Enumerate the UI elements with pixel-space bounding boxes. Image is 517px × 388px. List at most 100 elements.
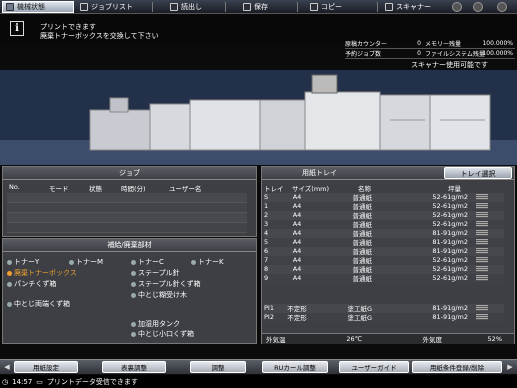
supply-glue-tank: 加湿用タンク [131, 319, 180, 329]
status-bar: ◷ 14:57 ▭ プリントデータ受信できます [0, 375, 517, 388]
tank-icon [131, 321, 136, 327]
toner-icon [7, 259, 12, 265]
scanner-status: スキャナー使用可能です [411, 61, 488, 69]
globe-icon[interactable] [452, 2, 462, 12]
toner-icon [131, 259, 136, 265]
paper-level-icon [476, 257, 488, 264]
tray-cell-tray: 1 [264, 202, 269, 211]
job-row[interactable] [7, 203, 247, 213]
supply-toner-k: トナーK [191, 257, 224, 267]
paper-level-icon [476, 239, 488, 246]
tab-divider [152, 2, 153, 12]
staple-icon [131, 270, 136, 276]
paper-level-icon [476, 266, 488, 273]
tray-cell-weight: 52-61g/m2 [432, 265, 468, 274]
paper-level-icon [476, 314, 488, 321]
counter-row: 予約ジョブ数 0 ファイルシステム残量 100.000% [345, 50, 515, 59]
supply-saddle-receiver: 中とじ糊受け木 [131, 290, 187, 300]
saddle-icon [131, 331, 136, 337]
toner-icon [69, 259, 74, 265]
supplies-panel: 補給/廃棄部材 トナーY トナーM トナーC トナーK 廃棄トナーボックス ステ… [2, 238, 257, 344]
tray-cell-size: A4 [292, 202, 302, 211]
tray-select-button[interactable]: トレイ選択 [444, 167, 512, 179]
copy-icon [310, 3, 318, 11]
message-line-2: 廃棄トナーボックスを交換して下さい [40, 32, 159, 40]
next-arrow-icon[interactable]: ▶ [505, 361, 515, 373]
help-icon[interactable] [497, 2, 507, 12]
recall-icon [170, 3, 178, 11]
supply-staple: ステープル針 [131, 268, 180, 278]
tray-row[interactable]: PI2 不定形 塗工紙G 81-91g/m2 [264, 313, 504, 322]
tray-cell-name: 塗工紙G [347, 314, 372, 323]
environment-bar: 外気温 26℃ 外気度 52% [262, 333, 514, 344]
supply-waste-toner: 廃棄トナーボックス [7, 268, 77, 278]
tray-cell-size: A4 [292, 193, 302, 202]
job-row[interactable] [7, 223, 247, 233]
paper-level-icon [476, 203, 488, 210]
paper-level-icon [476, 275, 488, 282]
tray-cell-tray: 3 [264, 220, 269, 229]
tray-cell-size: A4 [292, 274, 302, 283]
ru-curl-adjust-button[interactable]: RUカール調整 [262, 361, 328, 373]
tray-cell-weight: 52-61g/m2 [432, 220, 468, 229]
tray-cell-name: 普通紙 [352, 275, 373, 284]
punch-icon [7, 281, 12, 287]
tray-cell-weight: 52-61g/m2 [432, 274, 468, 283]
tab-job-list[interactable]: ジョブリスト [80, 1, 133, 13]
staple-icon [131, 281, 136, 287]
prev-arrow-icon[interactable]: ◀ [2, 361, 12, 373]
supply-punch-box: パンチくず箱 [7, 279, 56, 289]
tray-cell-tray: S [264, 193, 269, 202]
supply-saddle-trim: 中とじ両端くず箱 [7, 299, 70, 309]
tray-cell-tray: 9 [264, 274, 269, 283]
tray-cell-weight: 52-61g/m2 [432, 193, 468, 202]
tray-cell-size: 不定形 [287, 314, 307, 323]
tab-scanner[interactable]: スキャナー [385, 1, 431, 13]
adjust-button[interactable]: 調整 [190, 361, 246, 373]
user-guide-button[interactable]: ユーザーガイド [339, 361, 409, 373]
settings-icon[interactable] [473, 2, 483, 12]
job-row[interactable] [7, 213, 247, 223]
supplies-title: 補給/廃棄部材 [3, 239, 256, 252]
tray-cell-size: A4 [292, 238, 302, 247]
tray-cell-tray: 8 [264, 265, 269, 274]
paper-level-icon [476, 248, 488, 255]
tray-cell-tray: 2 [264, 211, 269, 220]
printer-machine-image [0, 70, 517, 165]
tab-machine-status[interactable]: 機械状態 [2, 1, 74, 13]
device-screen: 機械状態 ジョブリスト 読出し 保存 コピー スキャナー i プリントできます … [0, 0, 517, 388]
print-icon: ▭ [36, 377, 43, 386]
tray-cell-weight: 52-61g/m2 [432, 211, 468, 220]
clock-icon: ◷ [2, 377, 9, 386]
tray-cell-tray: PI2 [264, 313, 274, 322]
paper-settings-button[interactable]: 用紙設定 [14, 361, 78, 373]
supply-staple-waste: ステープル針くず箱 [131, 279, 201, 289]
supply-toner-y: トナーY [7, 257, 39, 267]
paper-level-icon [476, 212, 488, 219]
tab-bar: 機械状態 ジョブリスト 読出し 保存 コピー スキャナー [0, 0, 517, 14]
tray-row[interactable]: 9 A4 普通紙 52-61g/m2 [264, 274, 504, 283]
tray-cell-weight: 81-91g/m2 [432, 238, 468, 247]
tab-divider [377, 2, 378, 12]
job-list-icon [80, 3, 88, 11]
counter-row: 原稿カウンター 0 メモリー残量 100.000% [345, 40, 515, 49]
paper-conditions-button[interactable]: 用紙条件登録/削除 [412, 361, 502, 373]
tab-save[interactable]: 保存 [243, 1, 268, 13]
tab-copy[interactable]: コピー [310, 1, 342, 13]
tray-cell-tray: 6 [264, 247, 269, 256]
tray-cell-weight: 81-91g/m2 [432, 304, 468, 313]
job-row[interactable] [7, 193, 247, 203]
front-back-adjust-button[interactable]: 表裏調整 [102, 361, 166, 373]
paper-level-icon [476, 194, 488, 201]
machine-illustration [0, 70, 517, 165]
tray-cell-tray: 5 [264, 238, 269, 247]
info-icon: i [10, 21, 24, 36]
tray-cell-weight: 81-91g/m2 [432, 247, 468, 256]
supply-toner-m: トナーM [69, 257, 103, 267]
tray-cell-tray: 4 [264, 229, 269, 238]
counter-panel: 原稿カウンター 0 メモリー残量 100.000% 予約ジョブ数 0 ファイルシ… [345, 39, 515, 59]
paper-level-icon [476, 230, 488, 237]
supply-toner-c: トナーC [131, 257, 164, 267]
warning-icon [7, 270, 12, 276]
tab-recall[interactable]: 読出し [170, 1, 202, 13]
